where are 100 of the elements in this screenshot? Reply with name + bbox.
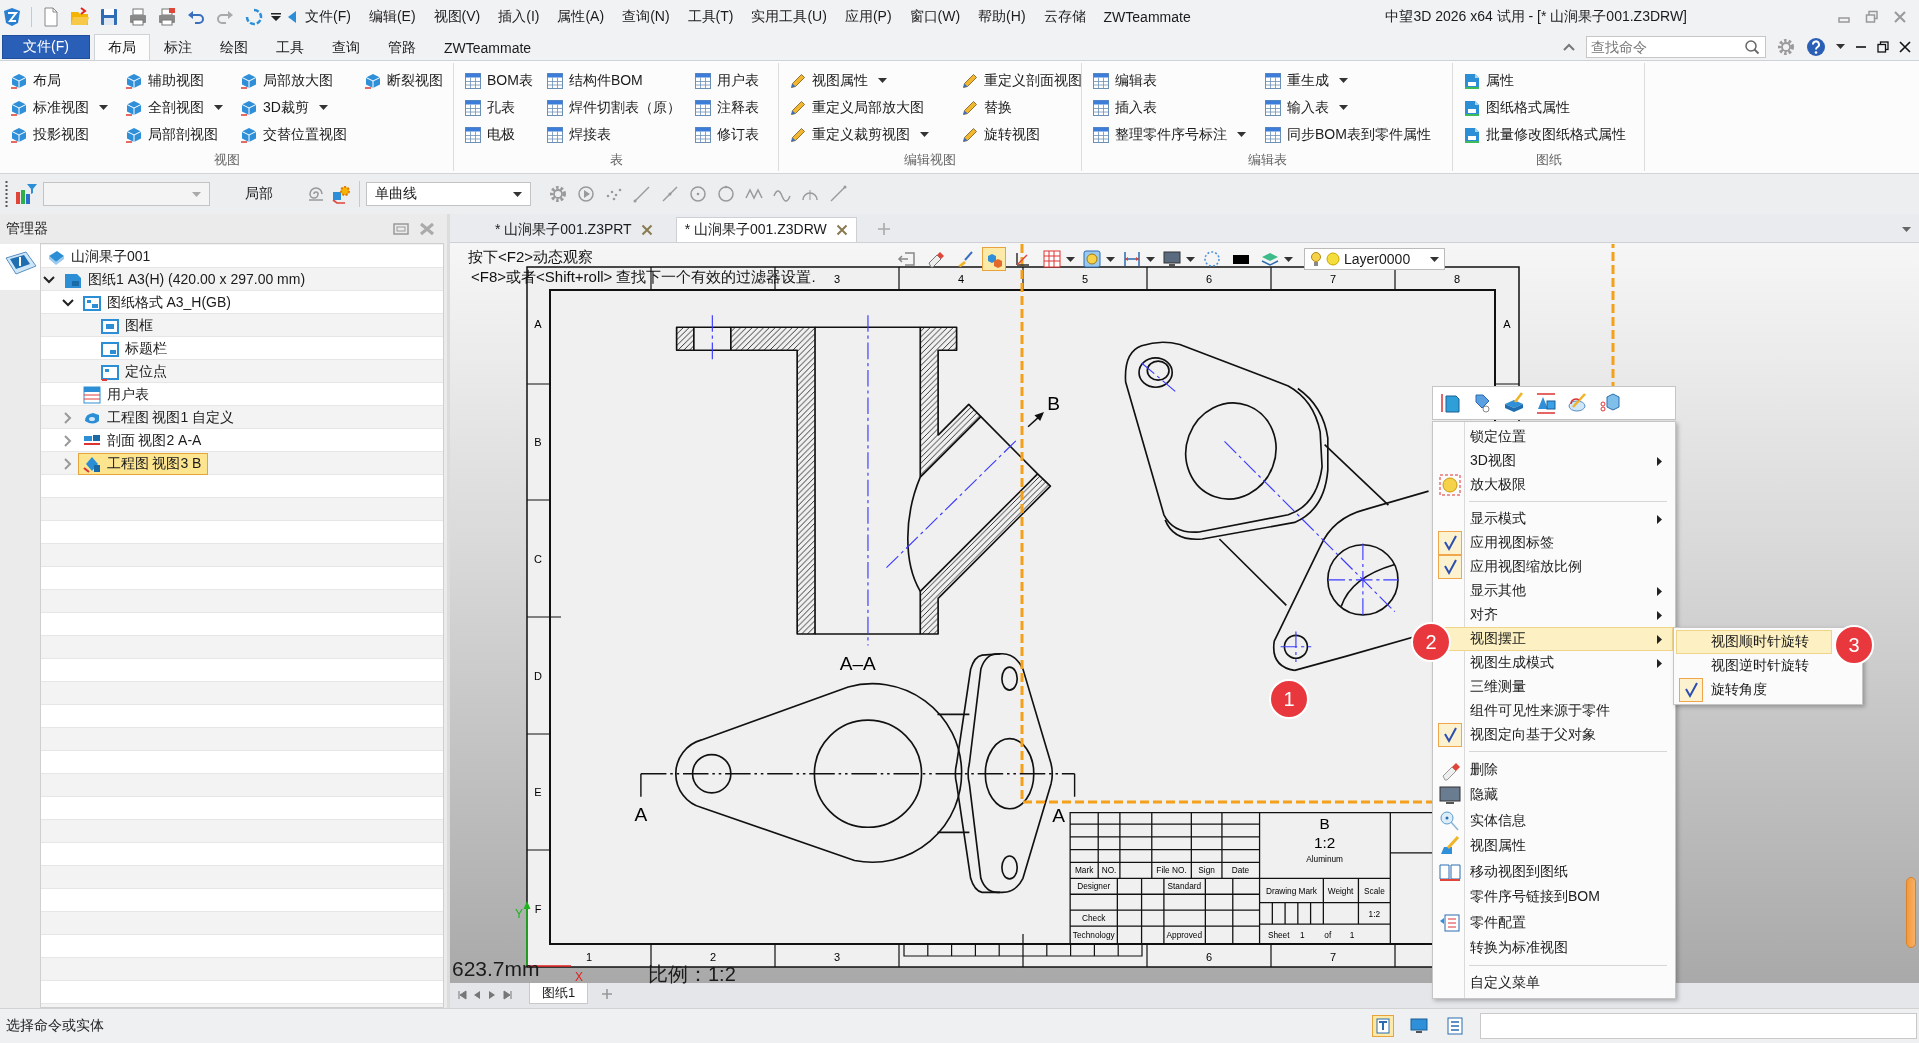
- first-page-icon[interactable]: [457, 990, 467, 1000]
- document-tab[interactable]: * 山涧果子001.Z3PRT: [486, 217, 662, 242]
- ribbon-button[interactable]: 重生成: [1264, 67, 1431, 94]
- ribbon-button[interactable]: 用户表: [693, 67, 759, 94]
- ribbon-button[interactable]: 焊接表: [545, 121, 681, 148]
- ribbon-button[interactable]: 重定义局部放大图: [789, 94, 929, 121]
- line-icon[interactable]: [660, 184, 680, 204]
- ribbon-button[interactable]: 编辑表: [1092, 67, 1246, 94]
- printer-icon[interactable]: [128, 6, 148, 27]
- ribbon-button[interactable]: 同步BOM表到零件属性: [1264, 121, 1431, 148]
- menu-item[interactable]: 隐藏: [1435, 782, 1673, 808]
- restore-icon[interactable]: [1877, 40, 1889, 53]
- caret-down-icon[interactable]: [1237, 132, 1246, 137]
- line-icon[interactable]: [632, 184, 652, 204]
- checkmark-icon[interactable]: [1438, 531, 1462, 555]
- menu-item[interactable]: 应用视图标签: [1435, 531, 1673, 555]
- ribbon-button[interactable]: 3D裁剪: [240, 94, 347, 121]
- scroll-thumb[interactable]: [1906, 877, 1916, 948]
- menu-item[interactable]: 视图逆时针旋转: [1676, 654, 1832, 678]
- ribbon-button[interactable]: 注释表: [693, 94, 759, 121]
- ribbon-button[interactable]: BOM表: [464, 67, 533, 94]
- pencil-icon[interactable]: [1567, 392, 1589, 414]
- previous-page-icon[interactable]: [472, 990, 482, 1000]
- menu-item[interactable]: 工具(T): [678, 4, 743, 29]
- ribbon-button[interactable]: 属性: [1463, 67, 1626, 94]
- menu-item[interactable]: 自定义菜单: [1435, 971, 1673, 995]
- ribbon-tab[interactable]: 绘图: [206, 34, 262, 60]
- layer-dropdown[interactable]: Layer0000: [1304, 248, 1445, 270]
- sheet-tab[interactable]: 图纸1: [529, 983, 589, 1004]
- chevron-up-icon[interactable]: [1562, 41, 1576, 52]
- checkmark-icon[interactable]: [1679, 678, 1703, 702]
- ribbon-button[interactable]: 重定义裁剪视图: [789, 121, 929, 148]
- cube-icon[interactable]: [1599, 392, 1621, 414]
- refresh-icon[interactable]: [244, 6, 264, 27]
- menu-item[interactable]: 显示模式: [1435, 507, 1673, 531]
- cubes-icon[interactable]: [982, 247, 1006, 271]
- ribbon-button[interactable]: 断裂视图: [364, 67, 443, 94]
- save-icon[interactable]: [99, 6, 119, 27]
- document-tab[interactable]: * 山涧果子001.Z3DRW: [675, 217, 857, 242]
- sheet-icon[interactable]: [1439, 392, 1461, 414]
- shapes-icon[interactable]: [1535, 392, 1557, 414]
- ribbon-button[interactable]: 插入表: [1092, 94, 1246, 121]
- caret-down-icon[interactable]: [513, 191, 522, 197]
- menu-item[interactable]: 移动视图到图纸: [1435, 859, 1673, 885]
- tree-item[interactable]: 工程图 视图1 自定义: [77, 406, 242, 429]
- caret-down-icon[interactable]: [318, 105, 328, 110]
- sheet-tab-icon[interactable]: [0, 244, 40, 290]
- ribbon-button[interactable]: 孔表: [464, 94, 533, 121]
- ribbon-button[interactable]: 替换: [961, 94, 1082, 121]
- help-icon[interactable]: [1806, 36, 1826, 57]
- caret-down-icon[interactable]: [878, 78, 887, 83]
- menu-item[interactable]: 旋转角度: [1676, 678, 1832, 702]
- scope-button[interactable]: 局部: [245, 185, 273, 203]
- menu-item[interactable]: 零件序号链接到BOM: [1435, 884, 1673, 910]
- cube-icon[interactable]: [1503, 392, 1525, 414]
- menu-item[interactable]: 视图属性: [1435, 833, 1673, 859]
- close-icon[interactable]: [1899, 40, 1911, 53]
- ribbon-button[interactable]: 局部剖视图: [125, 121, 223, 148]
- ribbon-button[interactable]: 布局: [10, 67, 108, 94]
- caret-down-icon[interactable]: [1339, 105, 1348, 110]
- caret-left-icon[interactable]: [288, 10, 296, 23]
- menu-item[interactable]: 删除: [1435, 757, 1673, 783]
- menu-item[interactable]: 锁定位置: [1435, 425, 1673, 449]
- app-logo-icon[interactable]: [2, 6, 22, 27]
- menu-item[interactable]: 应用(P): [835, 4, 901, 29]
- ribbon-button[interactable]: 重定义剖面视图: [961, 67, 1082, 94]
- printer-icon[interactable]: [157, 6, 177, 27]
- caret-down-icon[interactable]: [271, 12, 281, 21]
- gear-icon[interactable]: [548, 184, 568, 204]
- filter-icon[interactable]: [14, 182, 38, 206]
- plus-icon[interactable]: [601, 988, 614, 1000]
- curve-filter-dropdown[interactable]: 单曲线: [366, 182, 531, 206]
- new-file-icon[interactable]: [41, 6, 61, 27]
- circle-icon[interactable]: [688, 184, 708, 204]
- gear-part-icon[interactable]: [331, 184, 351, 204]
- ribbon-button[interactable]: 全剖视图: [125, 94, 223, 121]
- tree-item[interactable]: 图纸格式 A3_H(GB): [77, 291, 238, 314]
- ribbon-button[interactable]: 批量修改图纸格式属性: [1463, 121, 1626, 148]
- tree-item[interactable]: 工程图 视图3 B: [77, 452, 209, 475]
- menu-item[interactable]: 帮助(H): [969, 4, 1035, 29]
- ribbon-tab[interactable]: 布局: [94, 34, 150, 60]
- folder-icon[interactable]: [70, 6, 90, 27]
- tree-item[interactable]: 图框: [96, 314, 160, 337]
- menu-item[interactable]: 零件配置: [1435, 910, 1673, 936]
- ribbon-button[interactable]: 修订表: [693, 121, 759, 148]
- ribbon-button[interactable]: 辅助视图: [125, 67, 223, 94]
- ribbon-button[interactable]: 电极: [464, 121, 533, 148]
- magnifier-icon[interactable]: [1080, 247, 1115, 271]
- caret-down-icon[interactable]: [1430, 256, 1439, 262]
- ribbon-button[interactable]: 输入表: [1264, 94, 1431, 121]
- ribbon-button[interactable]: 图纸格式属性: [1463, 94, 1626, 121]
- checkmark-icon[interactable]: [1438, 723, 1462, 747]
- menu-item[interactable]: 文件(F): [296, 4, 360, 29]
- menu-item[interactable]: 属性(A): [548, 4, 614, 29]
- spiral-icon[interactable]: [306, 184, 326, 204]
- menu-item[interactable]: 视图顺时针旋转: [1676, 630, 1832, 654]
- tree-item[interactable]: 用户表: [77, 383, 156, 406]
- grid-icon[interactable]: [1040, 247, 1075, 271]
- menu-item[interactable]: 显示其他: [1435, 579, 1673, 603]
- menu-item[interactable]: 应用视图缩放比例: [1435, 555, 1673, 579]
